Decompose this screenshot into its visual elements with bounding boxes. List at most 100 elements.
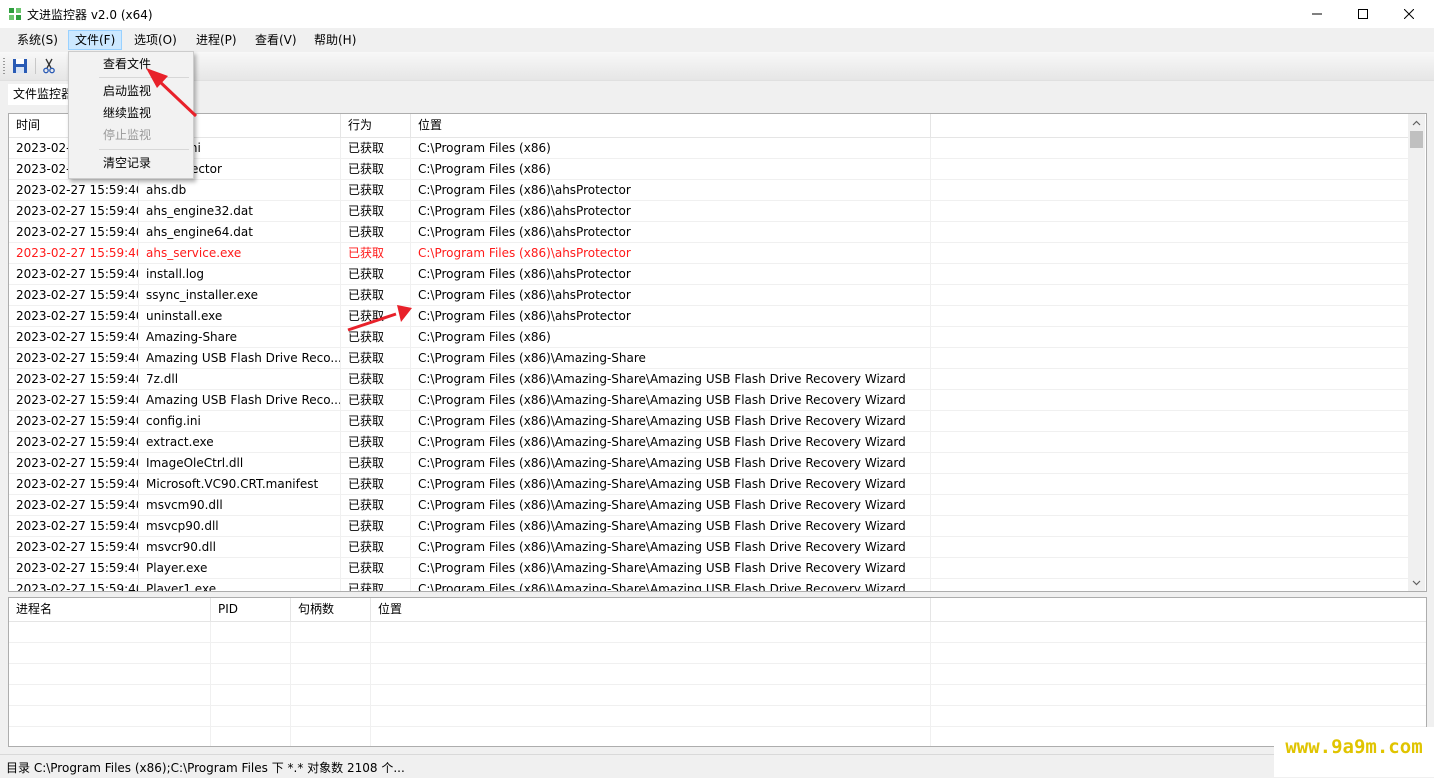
table-row[interactable]: 2023-02-27 15:59:40 ImageOleCtrl.dll 已获取 C:… — [9, 453, 1408, 474]
cell-name: ahs.db — [139, 180, 341, 200]
column-header-filler — [931, 114, 1408, 137]
table-row[interactable]: 2023-02-27 15:59:40 install.log 已获取 C:\Prog… — [9, 264, 1408, 285]
table-row[interactable]: 2023-02-27 15:59:40ahsProtector已获取C:\Pro… — [9, 159, 1408, 180]
empty-cell — [931, 685, 1426, 705]
menu-item-stop-monitor: 停止监视 — [103, 128, 152, 142]
menu-item-view-file[interactable]: 查看文件 — [71, 54, 189, 74]
cell-action: 已获取 — [341, 537, 411, 557]
cell-path: C:\Program Files (x86)\Amazing-Share\Ama… — [411, 537, 931, 557]
cell-path: C:\Program Files (x86)\Amazing-Share\Ama… — [411, 579, 931, 591]
table-row[interactable]: 2023-02-27 15:59:40 Player.exe 已获取 C:\Progr… — [9, 558, 1408, 579]
cell-action: 已获取 — [341, 243, 411, 263]
empty-cell — [371, 727, 931, 746]
menu-item-clear-records[interactable]: 清空记录 — [71, 153, 189, 173]
table-row[interactable] — [9, 622, 1426, 643]
table-row[interactable]: 2023-02-27 15:59:40 Microsoft.VC90.CRT.ma… — [9, 474, 1408, 495]
table-row[interactable]: 2023-02-27 15:59:40 ahs_engine32.dat 已获取 C:… — [9, 201, 1408, 222]
cell-path: C:\Program Files (x86)\Amazing-Share\Ama… — [411, 474, 931, 494]
column-header-filler — [931, 598, 1426, 621]
cell-path: C:\Program Files (x86)\Amazing-Share\Ama… — [411, 369, 931, 389]
close-icon — [1404, 9, 1414, 19]
cell-name: Amazing-Share — [139, 327, 341, 347]
cell-path: C:\Program Files (x86)\Amazing-Share\Ama… — [411, 516, 931, 536]
close-button[interactable] — [1386, 0, 1432, 28]
scroll-up-arrow-icon[interactable] — [1408, 114, 1425, 131]
table-row[interactable]: 2023-02-27 15:59:40 ahs.db 已获取 C:\Program F… — [9, 180, 1408, 201]
table-row[interactable]: 2023-02-27 15:59:40 Amazing USB Flash Dri… — [9, 348, 1408, 369]
cell-action: 已获取 — [341, 453, 411, 473]
table-row[interactable]: 2023-02-27 15:59:40 msvcm90.dll 已获取 C:\Prog… — [9, 495, 1408, 516]
column-header-pid[interactable]: PID — [211, 598, 291, 621]
cell-name: ahs_engine64.dat — [139, 222, 341, 242]
menu-process[interactable]: 进程(P) — [190, 31, 243, 49]
cell-filler — [931, 222, 1408, 242]
vertical-scrollbar[interactable] — [1408, 114, 1425, 591]
scrollbar-thumb[interactable] — [1410, 131, 1423, 148]
column-header-process-location[interactable]: 位置 — [371, 598, 931, 621]
cell-path: C:\Program Files (x86)\ahsProtector — [411, 180, 931, 200]
table-row[interactable] — [9, 643, 1426, 664]
table-row[interactable]: 2023-02-27 15:59:40 ssync_installer.exe 已获… — [9, 285, 1408, 306]
column-header-location[interactable]: 位置 — [411, 114, 931, 137]
empty-cell — [931, 643, 1426, 663]
table-row[interactable]: 2023-02-27 15:59:40 Amazing-Share 已获取 C:\Pr… — [9, 327, 1408, 348]
table-row[interactable]: 2023-02-27 15:59:40 msvcr90.dll 已获取 C:\Prog… — [9, 537, 1408, 558]
cell-path: C:\Program Files (x86)\Amazing-Share\Ama… — [411, 411, 931, 431]
file-list[interactable]: 时间 文件名 行为 位置 2023-02-27 15:59:40config.i… — [8, 113, 1427, 592]
menu-file[interactable]: 文件(F) — [68, 30, 123, 50]
cell-time: 2023-02-27 15:59:40 — [9, 369, 139, 389]
menu-view[interactable]: 查看(V) — [249, 31, 303, 49]
table-row[interactable] — [9, 664, 1426, 685]
file-menu-dropdown: 查看文件 启动监视 继续监视 停止监视 清空记录 — [68, 51, 194, 179]
menu-options[interactable]: 选项(O) — [128, 31, 183, 49]
cell-path: C:\Program Files (x86)\Amazing-Share\Ama… — [411, 495, 931, 515]
table-row[interactable]: 2023-02-27 15:59:40 ahs_service.exe 已获取 C:\… — [9, 243, 1408, 264]
cell-time: 2023-02-27 15:59:40 — [9, 411, 139, 431]
cell-time: 2023-02-27 15:59:40 — [9, 180, 139, 200]
menu-separator — [99, 149, 189, 150]
table-row[interactable]: 2023-02-27 15:59:40config.ini已获取C:\Progr… — [9, 411, 1408, 432]
window-title: 文进监控器 v2.0 (x64) — [27, 8, 153, 22]
minimize-button[interactable] — [1294, 0, 1340, 28]
cell-action: 已获取 — [341, 411, 411, 431]
process-list[interactable]: 进程名 PID 句柄数 位置 — [8, 597, 1427, 747]
menu-item-continue-monitor[interactable]: 继续监视 — [71, 103, 189, 123]
cell-filler — [931, 516, 1408, 536]
save-button[interactable] — [11, 57, 29, 75]
menu-separator — [99, 77, 189, 78]
column-header-process-name[interactable]: 进程名 — [9, 598, 211, 621]
cell-action: 已获取 — [341, 222, 411, 242]
toolbar-separator — [35, 58, 36, 74]
cell-action: 已获取 — [341, 369, 411, 389]
cell-time: 2023-02-27 15:59:40 — [9, 243, 139, 263]
table-row[interactable] — [9, 727, 1426, 746]
cell-name: msvcr90.dll — [139, 537, 341, 557]
table-row[interactable]: 2023-02-27 15:59:40 Amazing USB Flash Dri… — [9, 390, 1408, 411]
maximize-button[interactable] — [1340, 0, 1386, 28]
table-row[interactable] — [9, 685, 1426, 706]
column-header-handle-count[interactable]: 句柄数 — [291, 598, 371, 621]
table-row[interactable]: 2023-02-27 15:59:40 msvcp90.dll 已获取 C:\Prog… — [9, 516, 1408, 537]
table-row[interactable]: 2023-02-27 15:59:40 ahs_engine64.dat 已获取 C:… — [9, 222, 1408, 243]
table-row[interactable]: 2023-02-27 15:59:40 extract.exe 已获取 C:\Prog… — [9, 432, 1408, 453]
column-header-action[interactable]: 行为 — [341, 114, 411, 137]
menu-help[interactable]: 帮助(H) — [308, 31, 362, 49]
cell-action: 已获取 — [341, 516, 411, 536]
table-row[interactable] — [9, 706, 1426, 727]
table-row[interactable]: 2023-02-27 15:59:40 Player1.exe 已获取 C:\Prog… — [9, 579, 1408, 591]
cell-action: 已获取 — [341, 180, 411, 200]
scroll-down-arrow-icon[interactable] — [1408, 574, 1425, 591]
cell-time: 2023-02-27 15:59:40 — [9, 285, 139, 305]
file-list-header: 时间 文件名 行为 位置 — [9, 114, 1408, 138]
table-row[interactable]: 2023-02-27 15:59:40config.ini已获取C:\Progr… — [9, 138, 1408, 159]
menu-item-start-monitor[interactable]: 启动监视 — [71, 81, 189, 101]
empty-cell — [931, 664, 1426, 684]
menu-system[interactable]: 系统(S) — [11, 31, 64, 49]
table-row[interactable]: 2023-02-27 15:59:40 uninstall.exe 已获取 C:\Pr… — [9, 306, 1408, 327]
cell-path: C:\Program Files (x86)\ahsProtector — [411, 306, 931, 326]
toolbar-grip[interactable] — [3, 58, 5, 74]
table-row[interactable]: 2023-02-27 15:59:40 7z.dll 已获取 C:\Program F… — [9, 369, 1408, 390]
cell-action: 已获取 — [341, 327, 411, 347]
cut-button[interactable] — [40, 57, 58, 75]
title-bar: 文进监控器 v2.0 (x64) — [0, 0, 1434, 28]
